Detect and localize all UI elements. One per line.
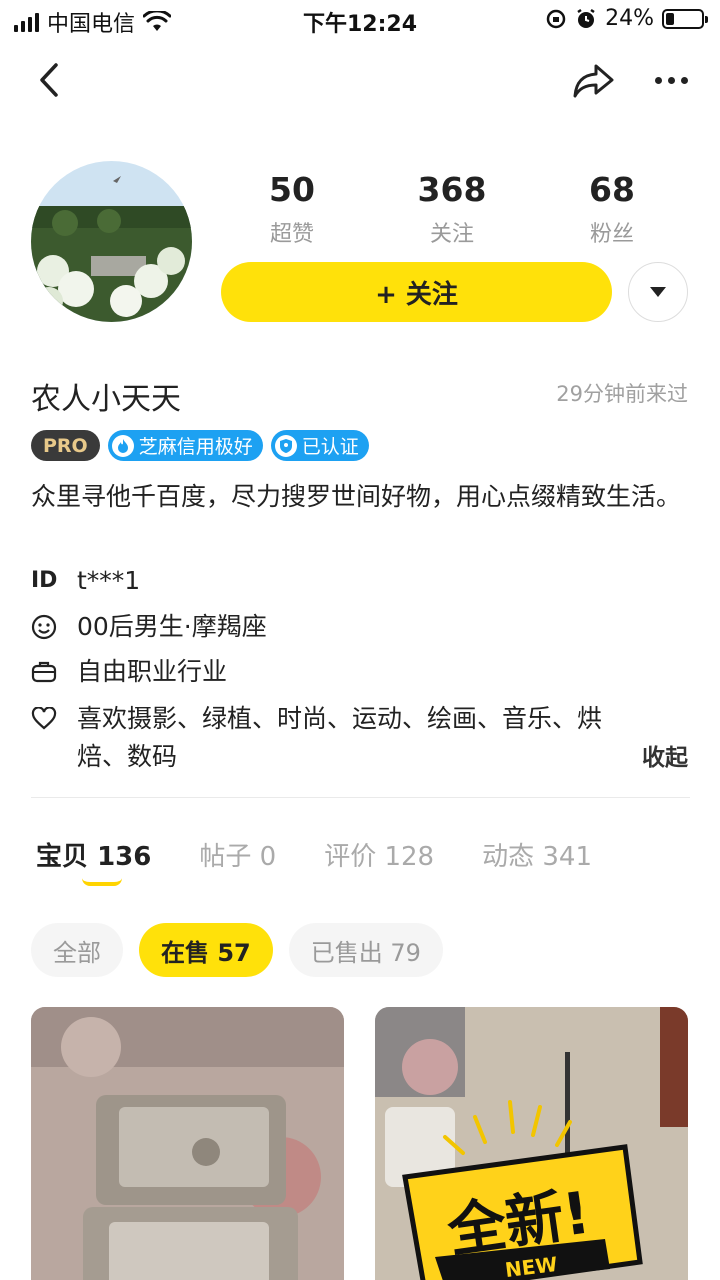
tab-count: 341 [542,842,593,872]
stat-followers[interactable]: 68 粉丝 [532,170,692,248]
filter-sold[interactable]: 已售出 79 [288,923,443,977]
caret-down-icon [650,287,666,297]
verified-badge-label: 已认证 [301,436,359,458]
stat-label: 粉丝 [589,222,634,247]
tab-items[interactable]: 宝贝 136 [36,836,151,873]
content-tabs: 宝贝 136 帖子 0 评价 128 动态 341 [36,836,592,873]
product-card[interactable]: 全新! NEW [375,1007,688,1280]
heart-icon [31,700,61,738]
more-options-button[interactable] [628,262,688,322]
product-image [31,1007,344,1280]
bio: 众里寻他千百度，尽力搜罗世间好物，用心点缀精致生活。 [31,482,682,511]
stat-value: 68 [589,170,635,209]
follow-button[interactable]: + 关注 [221,262,612,322]
avatar[interactable] [31,161,192,322]
status-right: 24% [545,6,708,31]
battery-fill [666,12,675,25]
product-card[interactable] [31,1007,344,1280]
demographic-text: 00后男生·摩羯座 [77,612,267,641]
stat-value: 368 [417,170,487,209]
last-seen: 29分钟前来过 [556,382,688,406]
tab-label: 宝贝 [36,842,89,872]
tab-label: 帖子 [199,842,252,872]
filter-on-sale[interactable]: 在售 57 [139,923,273,977]
verified-badge[interactable]: 已认证 [270,430,369,461]
tab-count: 136 [97,842,152,872]
smile-icon [31,608,61,646]
stat-following[interactable]: 368 关注 [372,170,532,248]
stat-label: 关注 [429,222,474,247]
more-icon[interactable] [648,60,694,100]
occupation-text: 自由职业行业 [77,657,228,686]
pro-badge[interactable]: PRO [31,430,100,461]
info-demographic: 00后男生·摩羯座 [31,608,691,646]
briefcase-icon [31,653,61,691]
info-occupation: 自由职业行业 [31,653,691,691]
back-arrow-icon[interactable] [30,60,70,100]
username: 农人小天天 [31,382,181,417]
credit-badge-label: 芝麻信用极好 [138,436,253,458]
info-hobbies: 喜欢摄影、绿植、时尚、运动、绘画、音乐、烘焙、数码 [31,700,651,776]
filter-chips: 全部 在售 57 已售出 79 [31,923,443,977]
tab-posts[interactable]: 帖子 0 [199,836,276,873]
badges: PRO 芝麻信用极好 已认证 [31,430,369,461]
active-tab-indicator [82,878,122,886]
id-value: t***1 [77,566,141,595]
filter-all[interactable]: 全部 [31,923,123,977]
battery-icon [662,8,708,29]
profile-stats: 50 超赞 368 关注 68 粉丝 [212,170,692,248]
share-icon[interactable] [570,60,616,100]
divider [31,797,690,798]
verified-icon [274,434,297,457]
nav-bar [0,50,720,112]
hobbies-text: 喜欢摄影、绿植、时尚、运动、绘画、音乐、烘焙、数码 [77,704,603,771]
collapse-link[interactable]: 收起 [642,738,688,772]
id-label: ID [31,568,58,593]
battery-percent: 24% [605,6,654,31]
status-bar: 中国电信 下午12:24 24% [0,0,720,40]
info-id: ID t***1 [31,562,691,600]
flame-icon [111,434,134,457]
tab-count: 0 [259,842,277,872]
avatar-garden-image [31,161,192,322]
tab-reviews[interactable]: 评价 128 [324,836,434,873]
stat-label: 超赞 [269,222,314,247]
stat-likes[interactable]: 50 超赞 [212,170,372,248]
tab-count: 128 [384,842,435,872]
tab-label: 动态 [482,842,535,872]
credit-badge[interactable]: 芝麻信用极好 [107,430,263,461]
tab-activity[interactable]: 动态 341 [482,836,592,873]
stat-value: 50 [269,170,315,209]
alarm-icon [577,8,595,28]
tab-label: 评价 [324,842,377,872]
rotation-lock-icon [546,9,566,28]
